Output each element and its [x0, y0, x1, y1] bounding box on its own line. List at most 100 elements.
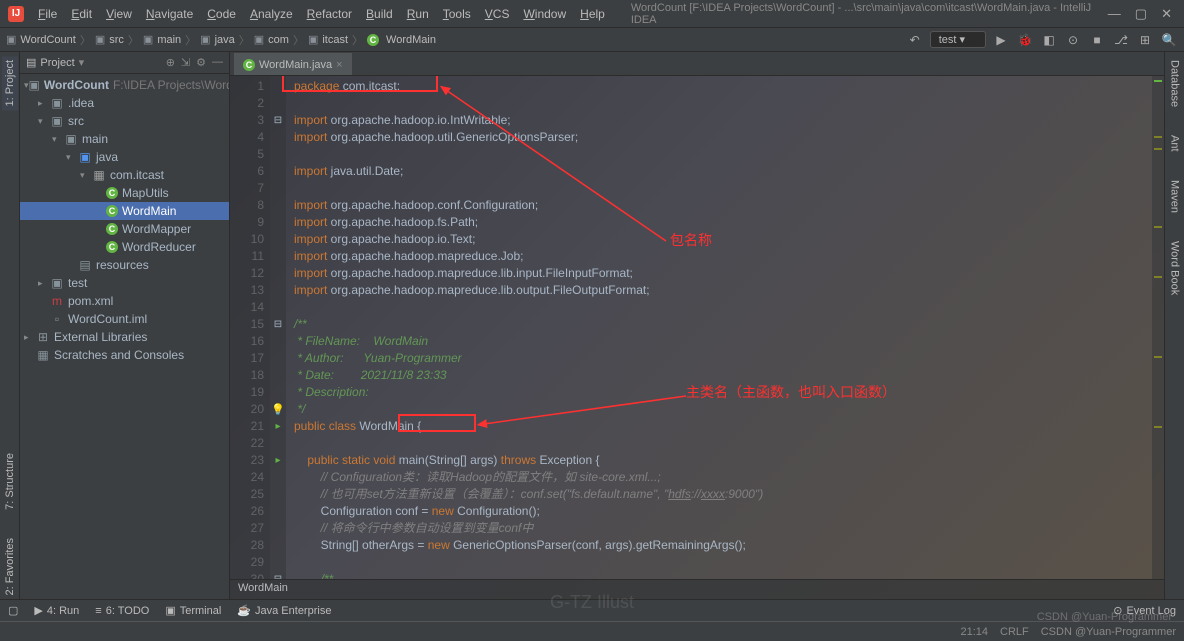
- run-button[interactable]: ▶: [992, 31, 1010, 49]
- class-icon: C: [243, 59, 255, 71]
- window-title: WordCount [F:\IDEA Projects\WordCount] -…: [631, 2, 1108, 26]
- code-text[interactable]: package com.itcast; import org.apache.ha…: [286, 76, 1152, 579]
- event-log-button[interactable]: ⊙ Event Log: [1113, 604, 1176, 617]
- maximize-button[interactable]: ▢: [1135, 6, 1147, 22]
- menu-build[interactable]: Build: [360, 5, 399, 23]
- vcs-button[interactable]: ⎇: [1112, 31, 1130, 49]
- left-tab[interactable]: 7: Structure: [2, 449, 18, 514]
- minimize-button[interactable]: —: [1108, 6, 1121, 22]
- tree-item[interactable]: CWordMapper: [20, 220, 229, 238]
- select-opened-button[interactable]: ⊕: [166, 56, 175, 69]
- back-button[interactable]: ↶: [906, 31, 924, 49]
- left-tool-strip: 1: Project 7: Structure 2: Favorites: [0, 52, 20, 599]
- tree-item[interactable]: CWordMain: [20, 202, 229, 220]
- menu-edit[interactable]: Edit: [65, 5, 98, 23]
- breadcrumb-item[interactable]: com: [268, 34, 289, 46]
- tree-item[interactable]: ▫WordCount.iml: [20, 310, 229, 328]
- menubar: FileEditViewNavigateCodeAnalyzeRefactorB…: [32, 5, 611, 23]
- menu-window[interactable]: Window: [517, 5, 572, 23]
- settings-button[interactable]: ⚙: [196, 56, 206, 69]
- close-tab-icon[interactable]: ×: [336, 59, 342, 71]
- run-config-dropdown[interactable]: test ▾: [930, 31, 986, 48]
- tree-item[interactable]: CMapUtils: [20, 184, 229, 202]
- left-tab[interactable]: 2: Favorites: [2, 534, 18, 599]
- menu-view[interactable]: View: [100, 5, 138, 23]
- tree-item[interactable]: ▾▦com.itcast: [20, 166, 229, 184]
- breadcrumb-item[interactable]: itcast: [322, 34, 348, 46]
- sidebar-header: ▤ Project ▾ ⊕ ⇲ ⚙ —: [20, 52, 229, 74]
- right-tool-strip: Database Ant Maven Word Book: [1164, 52, 1184, 599]
- menu-code[interactable]: Code: [201, 5, 242, 23]
- statusbar: 21:14 CRLF CSDN @Yuan-Programmer: [0, 621, 1184, 641]
- close-button[interactable]: ✕: [1161, 6, 1172, 22]
- titlebar: IJ FileEditViewNavigateCodeAnalyzeRefact…: [0, 0, 1184, 28]
- tree-item[interactable]: ▾▣src: [20, 112, 229, 130]
- java-ee-tool-button[interactable]: ☕ Java Enterprise: [237, 604, 331, 617]
- tree-item[interactable]: ▤resources: [20, 256, 229, 274]
- tree-item[interactable]: ▾▣main: [20, 130, 229, 148]
- menu-tools[interactable]: Tools: [437, 5, 477, 23]
- tree-item[interactable]: mpom.xml: [20, 292, 229, 310]
- menu-vcs[interactable]: VCS: [479, 5, 516, 23]
- right-tab[interactable]: Word Book: [1167, 237, 1183, 299]
- tree-item[interactable]: ▸⊞External Libraries: [20, 328, 229, 346]
- cursor-position: 21:14: [960, 626, 988, 638]
- sidebar-title: Project: [40, 57, 74, 69]
- breadcrumb: ▣WordCount〉▣src〉▣main〉▣java〉▣com〉▣itcast…: [6, 32, 436, 48]
- layout-button[interactable]: ▢: [8, 604, 18, 617]
- menu-analyze[interactable]: Analyze: [244, 5, 299, 23]
- editor-breadcrumb[interactable]: WordMain: [230, 579, 1164, 599]
- bottom-toolbar: ▢ ▶ 4: Run ≡ 6: TODO ▣ Terminal ☕ Java E…: [0, 599, 1184, 621]
- tree-item[interactable]: ▾▣java: [20, 148, 229, 166]
- terminal-tool-button[interactable]: ▣ Terminal: [165, 604, 221, 617]
- hide-button[interactable]: —: [212, 56, 223, 69]
- tree-item[interactable]: CWordReducer: [20, 238, 229, 256]
- line-separator[interactable]: CRLF: [1000, 626, 1029, 638]
- run-tool-button[interactable]: ▶ 4: Run: [34, 604, 79, 617]
- right-tab[interactable]: Maven: [1167, 176, 1183, 217]
- search-button[interactable]: 🔍: [1160, 31, 1178, 49]
- editor-tabs: C WordMain.java ×: [230, 52, 1164, 76]
- line-gutter: 1234567891011121314151617181920212223242…: [230, 76, 270, 579]
- project-sidebar: ▤ Project ▾ ⊕ ⇲ ⚙ — ▾▣WordCount F:\IDEA …: [20, 52, 230, 599]
- app-logo: IJ: [8, 6, 24, 22]
- editor-area: C WordMain.java × 1234567891011121314151…: [230, 52, 1164, 599]
- nav-toolbar: ▣WordCount〉▣src〉▣main〉▣java〉▣com〉▣itcast…: [0, 28, 1184, 52]
- breadcrumb-item[interactable]: java: [215, 34, 235, 46]
- menu-help[interactable]: Help: [574, 5, 611, 23]
- menu-file[interactable]: File: [32, 5, 63, 23]
- coverage-button[interactable]: ◧: [1040, 31, 1058, 49]
- editor-tab[interactable]: C WordMain.java ×: [234, 53, 352, 75]
- status-extra: CSDN @Yuan-Programmer: [1041, 626, 1176, 638]
- breadcrumb-item[interactable]: WordCount: [20, 34, 75, 46]
- todo-tool-button[interactable]: ≡ 6: TODO: [95, 605, 149, 617]
- error-stripe: [1152, 76, 1164, 579]
- breadcrumb-item[interactable]: WordMain: [386, 34, 436, 46]
- right-tab[interactable]: Ant: [1167, 131, 1183, 156]
- left-tab[interactable]: 1: Project: [2, 56, 18, 110]
- menu-run[interactable]: Run: [401, 5, 435, 23]
- tree-item[interactable]: ▸▣.idea: [20, 94, 229, 112]
- right-tab[interactable]: Database: [1167, 56, 1183, 111]
- debug-button[interactable]: 🐞: [1016, 31, 1034, 49]
- marker-gutter: ⊟⊟💡▸▸⊟: [270, 76, 286, 579]
- stop-button[interactable]: ■: [1088, 31, 1106, 49]
- annotation-text-2: 主类名（主函数，也叫入口函数）: [686, 384, 896, 401]
- tree-item[interactable]: ▦Scratches and Consoles: [20, 346, 229, 364]
- code-area[interactable]: 1234567891011121314151617181920212223242…: [230, 76, 1164, 579]
- window-buttons: — ▢ ✕: [1108, 6, 1172, 22]
- profile-button[interactable]: ⊙: [1064, 31, 1082, 49]
- tab-label: WordMain.java: [259, 59, 332, 71]
- structure-button[interactable]: ⊞: [1136, 31, 1154, 49]
- tree-root[interactable]: ▾▣WordCount F:\IDEA Projects\WordCount: [20, 76, 229, 94]
- annotation-text-1: 包名称: [670, 232, 712, 249]
- collapse-button[interactable]: ⇲: [181, 56, 190, 69]
- breadcrumb-item[interactable]: src: [109, 34, 124, 46]
- menu-navigate[interactable]: Navigate: [140, 5, 199, 23]
- tree-item[interactable]: ▸▣test: [20, 274, 229, 292]
- project-tree: ▾▣WordCount F:\IDEA Projects\WordCount▸▣…: [20, 74, 229, 599]
- menu-refactor[interactable]: Refactor: [301, 5, 358, 23]
- sidebar-dropdown[interactable]: ▾: [79, 56, 85, 69]
- breadcrumb-item[interactable]: main: [157, 34, 181, 46]
- project-icon: ▤: [26, 56, 36, 69]
